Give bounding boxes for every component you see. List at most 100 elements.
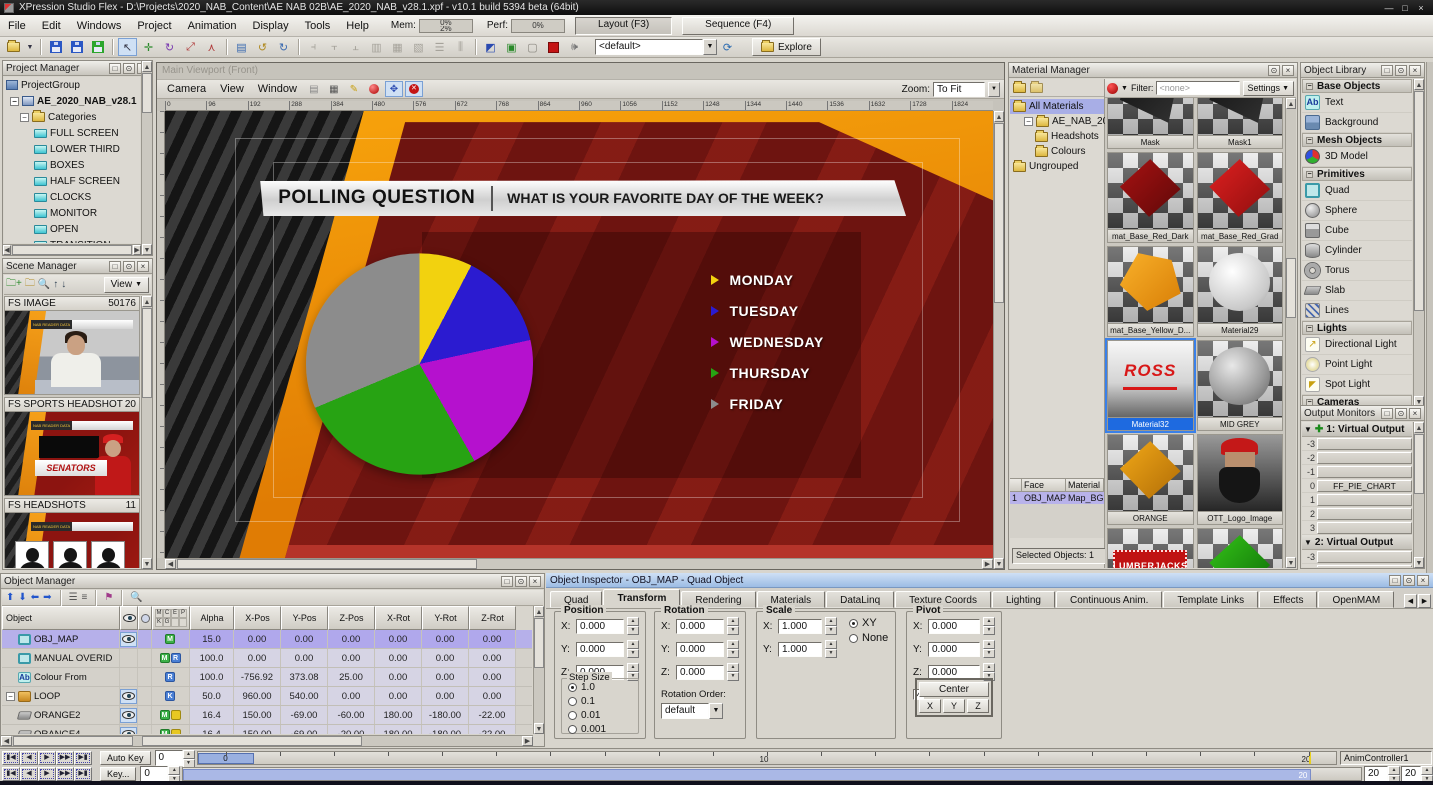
zpos-column-header[interactable]: Z-Pos bbox=[328, 606, 375, 630]
scale-y-spinner[interactable]: ▲▼ bbox=[825, 640, 837, 658]
flag-columns-icon[interactable]: ⚑ bbox=[104, 592, 113, 603]
shaded-mode-icon[interactable] bbox=[365, 81, 383, 97]
library-item-text[interactable]: AbText bbox=[1302, 93, 1412, 113]
restore-panel-icon[interactable]: □ bbox=[1381, 65, 1393, 76]
tab-continuous-anim-[interactable]: Continuous Anim. bbox=[1056, 591, 1162, 608]
visibility-cell[interactable] bbox=[120, 668, 138, 686]
position-y-spinner[interactable]: ▲▼ bbox=[627, 640, 639, 658]
visibility-cell[interactable] bbox=[120, 706, 138, 724]
collapse-icon[interactable]: − bbox=[1306, 137, 1313, 144]
align-middle-icon[interactable]: ▦ bbox=[388, 38, 407, 56]
material-group-item[interactable]: Colours bbox=[1010, 144, 1104, 159]
timeline-ruler[interactable]: 0 10 20 bbox=[197, 751, 1337, 765]
visibility-eye-icon[interactable] bbox=[122, 692, 135, 700]
menu-tools[interactable]: Tools bbox=[297, 18, 339, 34]
flags-cell[interactable]: M bbox=[152, 630, 190, 648]
layer-slot[interactable] bbox=[1317, 551, 1412, 563]
scene-item[interactable]: FS HEADSHOTS11NAB READER DATA bbox=[4, 498, 140, 568]
library-item-torus[interactable]: Torus bbox=[1302, 261, 1412, 281]
layer-slot[interactable] bbox=[1317, 494, 1412, 506]
tab-datalinq[interactable]: DataLinq bbox=[826, 591, 894, 608]
value-cell[interactable]: 0.00 bbox=[422, 668, 469, 686]
view-dropdown-button[interactable]: View▼ bbox=[104, 277, 149, 293]
move-in-icon[interactable]: ➡ bbox=[43, 592, 51, 603]
material-type-icon[interactable] bbox=[1107, 83, 1118, 94]
align-top-icon[interactable]: ▥ bbox=[367, 38, 386, 56]
step-size-option[interactable]: 0.1 bbox=[568, 696, 638, 707]
value-cell[interactable]: 0.00 bbox=[234, 649, 281, 667]
align-center-icon[interactable]: ⫟ bbox=[325, 38, 344, 56]
object-row[interactable]: OBJ_MAPM15.00.000.000.000.000.000.00 bbox=[2, 630, 532, 649]
position-x-input[interactable]: 0.000 bbox=[576, 619, 624, 634]
flags-cell[interactable]: M bbox=[152, 725, 190, 734]
tab-lighting[interactable]: Lighting bbox=[992, 591, 1055, 608]
value-cell[interactable]: 0.00 bbox=[375, 630, 422, 648]
end-frame-spinner-2[interactable]: 20 ▲▼ bbox=[1401, 766, 1433, 782]
object-row[interactable]: ORANGE4M16.4150.00-69.00-20.00180.00-180… bbox=[2, 725, 532, 734]
material-thumbnail[interactable]: LUMBERJACKSOTT_Wordmark_Im... bbox=[1107, 528, 1194, 568]
library-item-lines[interactable]: Lines bbox=[1302, 301, 1412, 321]
open-dropdown-arrow[interactable]: ▼ bbox=[25, 38, 35, 56]
search-scene-icon[interactable]: 🔍 bbox=[38, 279, 50, 290]
object-table-hscrollbar[interactable]: ◀▶ bbox=[1, 735, 533, 746]
value-cell[interactable]: 0.00 bbox=[328, 649, 375, 667]
yrot-column-header[interactable]: Y-Rot bbox=[422, 606, 469, 630]
value-cell[interactable]: 0.00 bbox=[328, 630, 375, 648]
material-thumbnail[interactable]: ORANGE bbox=[1107, 434, 1194, 525]
visibility-cell[interactable] bbox=[120, 725, 138, 734]
value-cell[interactable]: 0.00 bbox=[375, 687, 422, 705]
pivot-axis-z-button[interactable]: Z bbox=[967, 699, 989, 713]
project-tree-hscrollbar[interactable]: ◀▶ bbox=[3, 244, 141, 255]
output-layer-row[interactable]: -2 bbox=[1302, 564, 1412, 567]
pivot-axis-y-button[interactable]: Y bbox=[943, 699, 965, 713]
layer-slot[interactable] bbox=[1317, 452, 1412, 464]
step-size-option[interactable]: 1.0 bbox=[568, 682, 638, 693]
close-panel-icon[interactable]: × bbox=[137, 261, 149, 272]
step-back-button[interactable]: ◀ bbox=[20, 751, 38, 765]
value-cell[interactable]: 0.00 bbox=[422, 649, 469, 667]
pin-panel-icon[interactable]: ⊙ bbox=[1395, 65, 1407, 76]
tree-item-category[interactable]: BOXES bbox=[4, 157, 140, 173]
explore-button[interactable]: Explore bbox=[752, 38, 821, 56]
collapse-icon[interactable]: − bbox=[6, 692, 15, 701]
select-tool-icon[interactable]: ↖ bbox=[118, 38, 137, 56]
alpha-cell[interactable]: 15.0 bbox=[190, 630, 234, 648]
value-cell[interactable]: -180.00 bbox=[422, 706, 469, 724]
save-all-button[interactable] bbox=[88, 38, 107, 56]
visibility-column-header[interactable] bbox=[120, 606, 138, 630]
material-thumbnail[interactable]: ROSSMaterial32 bbox=[1107, 340, 1194, 431]
visibility-eye-icon[interactable] bbox=[122, 730, 135, 734]
value-cell[interactable]: 540.00 bbox=[281, 687, 328, 705]
material-thumbnail[interactable]: Mask1 bbox=[1197, 98, 1284, 149]
view-menu[interactable]: View bbox=[214, 83, 250, 95]
value-cell[interactable]: 150.00 bbox=[234, 725, 281, 734]
save-button[interactable] bbox=[46, 38, 65, 56]
pin-panel-icon[interactable]: ⊙ bbox=[515, 576, 527, 587]
animation-range-bar[interactable]: 20 bbox=[183, 769, 1311, 781]
xrot-column-header[interactable]: X-Rot bbox=[375, 606, 422, 630]
value-cell[interactable]: 0.00 bbox=[234, 630, 281, 648]
rotation-y-spinner[interactable]: ▲▼ bbox=[727, 640, 739, 658]
scale-x-input[interactable]: 1.000 bbox=[778, 619, 822, 634]
viewport-hscrollbar[interactable]: ◀▶ bbox=[165, 558, 993, 569]
scale-mode-option[interactable]: None bbox=[849, 632, 888, 644]
step-forward-button[interactable]: ▶▶ bbox=[56, 751, 74, 765]
scale-y-input[interactable]: 1.000 bbox=[778, 642, 822, 657]
step-forward-button[interactable]: ▶▶ bbox=[56, 767, 74, 781]
output-monitors-vscrollbar[interactable]: ▲▼ bbox=[1413, 422, 1424, 568]
new-scene-icon[interactable]: 🗀+ bbox=[6, 276, 22, 293]
scene-item[interactable]: FS SPORTS HEADSHOT20SENATORSNAB READER D… bbox=[4, 397, 140, 496]
material-group-item[interactable]: −AE_NAB_2020 bbox=[1010, 114, 1104, 129]
pivot-tool-icon[interactable]: ⋏ bbox=[202, 38, 221, 56]
sort-asc-icon[interactable]: ↑ bbox=[53, 279, 58, 290]
info-cell[interactable] bbox=[138, 668, 152, 686]
move-out-icon[interactable]: ⬅ bbox=[31, 592, 39, 603]
restore-panel-icon[interactable]: □ bbox=[501, 576, 513, 587]
output-layer-row[interactable]: 1 bbox=[1302, 493, 1412, 507]
grid-icon[interactable]: ▦ bbox=[325, 81, 343, 97]
align-right-icon[interactable]: ⫠ bbox=[346, 38, 365, 56]
value-cell[interactable]: -69.00 bbox=[281, 725, 328, 734]
collapse-icon[interactable]: − bbox=[1024, 117, 1033, 126]
flags-column-header[interactable]: MCEPKG bbox=[152, 606, 190, 630]
program-toggle-icon[interactable]: ▣ bbox=[502, 38, 521, 56]
